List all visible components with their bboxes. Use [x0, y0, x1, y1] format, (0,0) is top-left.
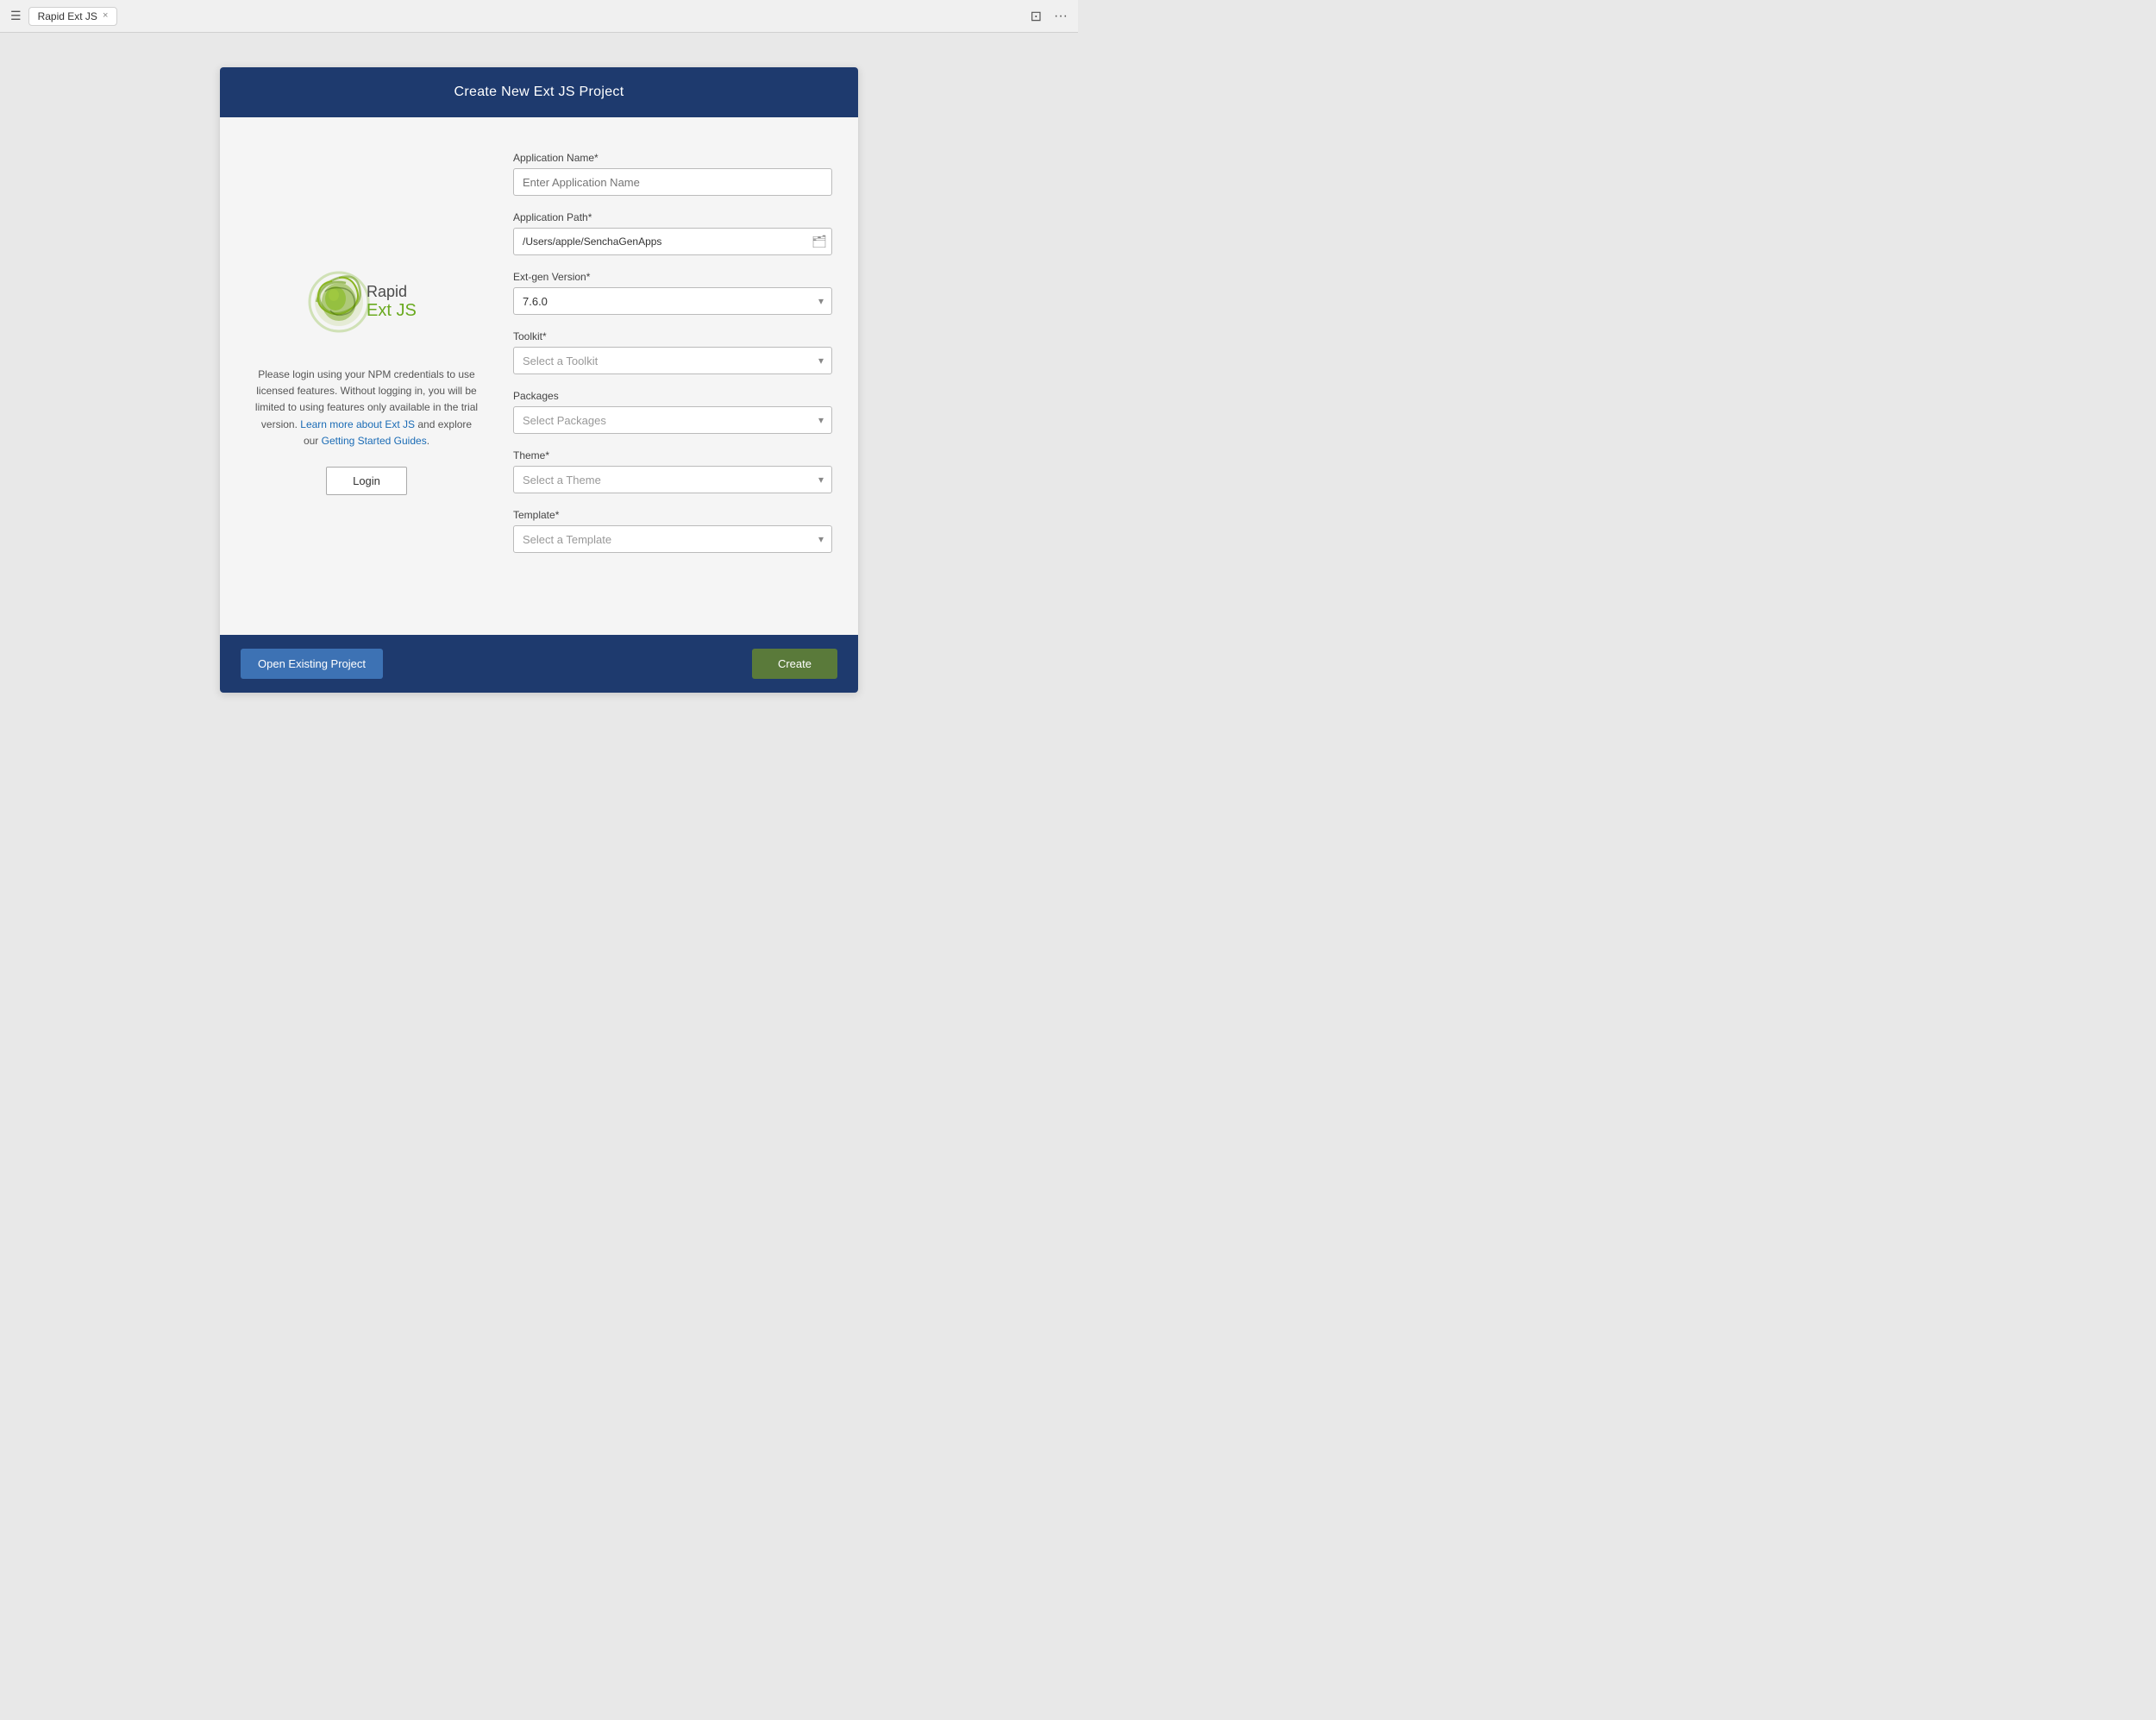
toolkit-select[interactable]: Select a Toolkit [513, 347, 832, 374]
card-body: Rapid Ext JS Please login using your NPM… [220, 117, 858, 635]
getting-started-link[interactable]: Getting Started Guides [322, 435, 427, 447]
titlebar-right: ⊡ ··· [1031, 8, 1068, 25]
form-panel: Application Name* Application Path* 🗂 [513, 152, 832, 600]
tab-close-icon[interactable]: × [103, 11, 108, 21]
ext-gen-select-wrapper: 7.6.0 ▾ [513, 287, 832, 315]
packages-field-group: Packages Select Packages ▾ [513, 390, 832, 434]
theme-select-wrapper: Select a Theme ▾ [513, 466, 832, 493]
toolkit-select-wrapper: Select a Toolkit ▾ [513, 347, 832, 374]
app-path-field-group: Application Path* 🗂 [513, 211, 832, 255]
ext-gen-field-group: Ext-gen Version* 7.6.0 ▾ [513, 271, 832, 315]
ext-gen-label: Ext-gen Version* [513, 271, 832, 283]
logo-container: Rapid Ext JS [298, 257, 436, 346]
card-footer: Open Existing Project Create [220, 635, 858, 693]
tab-rapid-ext-js[interactable]: Rapid Ext JS × [28, 7, 118, 26]
packages-select-wrapper: Select Packages ▾ [513, 406, 832, 434]
app-path-input[interactable] [513, 228, 832, 255]
titlebar: ☰ Rapid Ext JS × ⊡ ··· [0, 0, 1078, 33]
template-field-group: Template* Select a Template ▾ [513, 509, 832, 553]
template-select-wrapper: Select a Template ▾ [513, 525, 832, 553]
description-text: Please login using your NPM credentials … [254, 367, 479, 449]
project-card: Create New Ext JS Project [220, 67, 858, 693]
card-header: Create New Ext JS Project [220, 67, 858, 117]
app-name-field-group: Application Name* [513, 152, 832, 196]
toolkit-field-group: Toolkit* Select a Toolkit ▾ [513, 330, 832, 374]
folder-icon: 🗂 [812, 235, 827, 248]
hamburger-icon[interactable]: ☰ [10, 9, 22, 23]
create-button[interactable]: Create [752, 649, 837, 679]
app-name-input[interactable] [513, 168, 832, 196]
logo-image: Rapid Ext JS [298, 257, 436, 343]
app-path-input-wrapper: 🗂 [513, 228, 832, 255]
layout-icon[interactable]: ⊡ [1031, 8, 1042, 25]
tab-label: Rapid Ext JS [38, 10, 97, 22]
login-button[interactable]: Login [326, 467, 407, 495]
left-panel: Rapid Ext JS Please login using your NPM… [246, 152, 487, 600]
theme-field-group: Theme* Select a Theme ▾ [513, 449, 832, 493]
learn-more-link[interactable]: Learn more about Ext JS [300, 418, 415, 430]
toolkit-label: Toolkit* [513, 330, 832, 342]
ext-gen-select[interactable]: 7.6.0 [513, 287, 832, 315]
packages-label: Packages [513, 390, 832, 402]
theme-select[interactable]: Select a Theme [513, 466, 832, 493]
open-existing-button[interactable]: Open Existing Project [241, 649, 383, 679]
template-label: Template* [513, 509, 832, 521]
card-title: Create New Ext JS Project [454, 85, 624, 99]
app-path-label: Application Path* [513, 211, 832, 223]
app-name-label: Application Name* [513, 152, 832, 164]
folder-browse-button[interactable]: 🗂 [812, 235, 827, 249]
template-select[interactable]: Select a Template [513, 525, 832, 553]
theme-label: Theme* [513, 449, 832, 461]
svg-text:Ext JS: Ext JS [367, 301, 417, 320]
main-wrapper: Create New Ext JS Project [0, 33, 1078, 860]
packages-select[interactable]: Select Packages [513, 406, 832, 434]
titlebar-left: ☰ Rapid Ext JS × [10, 7, 117, 26]
more-options-icon[interactable]: ··· [1054, 9, 1068, 24]
svg-text:Rapid: Rapid [367, 283, 407, 300]
